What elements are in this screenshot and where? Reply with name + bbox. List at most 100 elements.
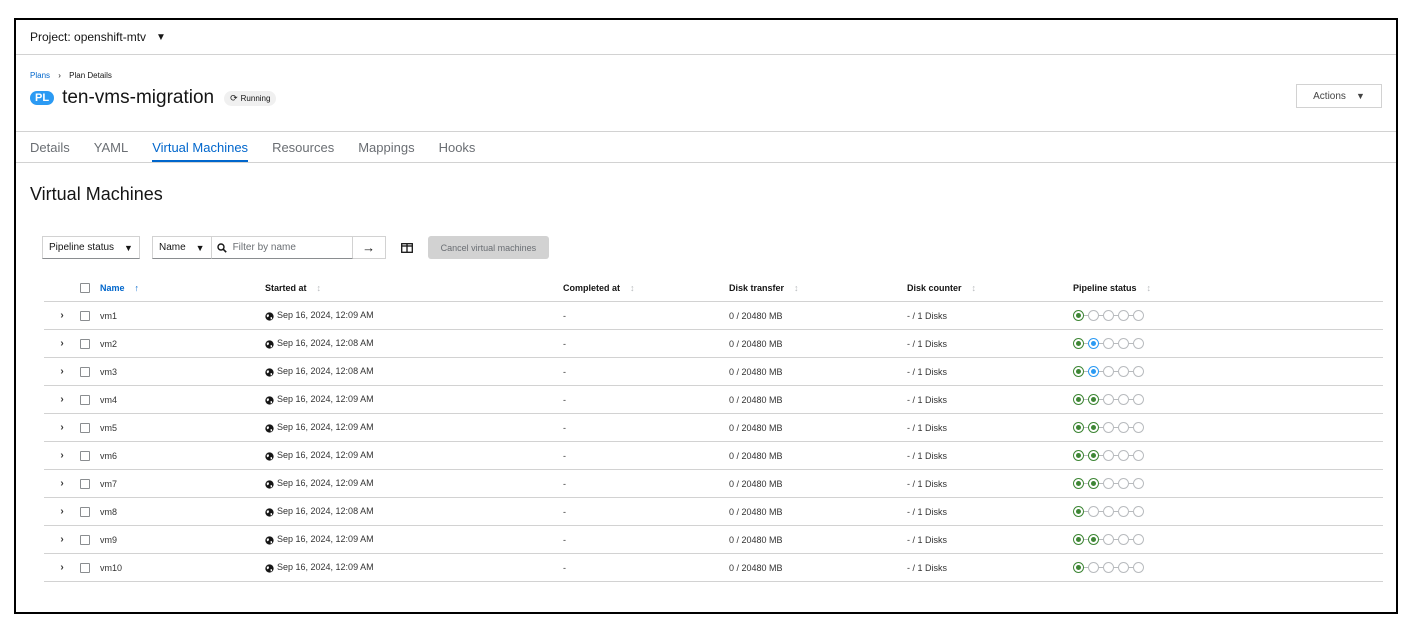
expand-row-toggle[interactable]: › bbox=[44, 357, 80, 386]
pipeline-status[interactable] bbox=[1073, 441, 1383, 470]
app-frame: Project: openshift-mtv ▼ Plans › Plan De… bbox=[14, 18, 1398, 614]
pipeline-status[interactable] bbox=[1073, 413, 1383, 442]
pipeline-status[interactable] bbox=[1073, 385, 1383, 414]
table-row[interactable]: › vm2 Sep 16, 2024, 12:08 AM -0 / 20480 MB -… bbox=[44, 329, 1383, 358]
expand-row-toggle[interactable]: › bbox=[44, 497, 80, 526]
page-header: Plans › Plan Details PL ten-vms-migratio… bbox=[16, 55, 1396, 132]
pipeline-status-filter[interactable]: Pipeline status ▼ bbox=[42, 236, 140, 259]
disk-transfer: 0 / 20480 MB bbox=[729, 525, 907, 554]
pipeline-step-pending-icon bbox=[1103, 422, 1114, 433]
pipeline-step-pending-icon bbox=[1133, 422, 1144, 433]
pipeline-step-pending-icon bbox=[1118, 534, 1129, 545]
tab-mappings[interactable]: Mappings bbox=[358, 140, 414, 162]
table-row[interactable]: › vm4 Sep 16, 2024, 12:09 AM -0 / 20480 MB -… bbox=[44, 385, 1383, 414]
expand-row-toggle[interactable]: › bbox=[44, 329, 80, 358]
pipeline-step-pending-icon bbox=[1118, 422, 1129, 433]
pipeline-status[interactable] bbox=[1073, 357, 1383, 386]
column-header-disk-transfer[interactable]: Disk transfer ↕ bbox=[729, 275, 907, 302]
tab-hooks[interactable]: Hooks bbox=[439, 140, 476, 162]
pipeline-step-done-icon bbox=[1073, 478, 1084, 489]
tab-yaml[interactable]: YAML bbox=[94, 140, 128, 162]
table-row[interactable]: › vm9 Sep 16, 2024, 12:09 AM -0 / 20480 MB -… bbox=[44, 525, 1383, 554]
pipeline-step-pending-icon bbox=[1133, 478, 1144, 489]
pipeline-progress bbox=[1073, 366, 1383, 377]
pipeline-progress bbox=[1073, 310, 1383, 321]
row-checkbox[interactable] bbox=[80, 422, 90, 433]
expand-row-toggle[interactable]: › bbox=[44, 385, 80, 414]
row-checkbox[interactable] bbox=[80, 478, 90, 489]
pipeline-step-pending-icon bbox=[1133, 394, 1144, 405]
row-checkbox[interactable] bbox=[80, 338, 90, 349]
pipeline-status[interactable] bbox=[1073, 329, 1383, 358]
row-checkbox[interactable] bbox=[80, 394, 90, 405]
search-submit-button[interactable]: → bbox=[352, 236, 386, 259]
tab-bar: Details YAML Virtual Machines Resources … bbox=[16, 132, 1396, 163]
pipeline-status[interactable] bbox=[1073, 497, 1383, 526]
expand-row-toggle[interactable]: › bbox=[44, 469, 80, 498]
column-header-disk-counter[interactable]: Disk counter ↕ bbox=[907, 275, 1073, 302]
chevron-right-icon: › bbox=[60, 338, 64, 349]
tab-virtual-machines[interactable]: Virtual Machines bbox=[152, 140, 249, 162]
pipeline-step-pending-icon bbox=[1103, 562, 1114, 573]
row-checkbox[interactable] bbox=[80, 450, 90, 461]
pipeline-progress bbox=[1073, 422, 1383, 433]
row-checkbox[interactable] bbox=[80, 506, 90, 517]
row-checkbox[interactable] bbox=[80, 562, 90, 573]
tab-details[interactable]: Details bbox=[30, 140, 70, 162]
table-row[interactable]: › vm10 Sep 16, 2024, 12:09 AM -0 / 20480 MB… bbox=[44, 553, 1383, 582]
completed-at: - bbox=[563, 357, 729, 386]
cancel-vms-button[interactable]: Cancel virtual machines bbox=[427, 236, 550, 259]
table-row[interactable]: › vm1 Sep 16, 2024, 12:09 AM -0 / 20480 MB -… bbox=[44, 301, 1383, 330]
pipeline-status[interactable] bbox=[1073, 301, 1383, 330]
tab-resources[interactable]: Resources bbox=[272, 140, 334, 162]
pipeline-step-pending-icon bbox=[1118, 310, 1129, 321]
sync-icon: ⟳ bbox=[230, 92, 238, 103]
pipeline-step-pending-icon bbox=[1103, 506, 1114, 517]
column-header-completed[interactable]: Completed at ↕ bbox=[563, 275, 729, 302]
column-header-pipeline[interactable]: Pipeline status ↕ bbox=[1073, 275, 1383, 302]
manage-columns-button[interactable] bbox=[392, 237, 422, 258]
attribute-filter-select[interactable]: Name ▼ bbox=[151, 236, 212, 259]
pipeline-step-pending-icon bbox=[1133, 506, 1144, 517]
column-header-started[interactable]: Started at ↕ bbox=[265, 275, 563, 302]
pipeline-status[interactable] bbox=[1073, 469, 1383, 498]
select-all-checkbox[interactable] bbox=[80, 283, 90, 294]
row-checkbox[interactable] bbox=[80, 366, 90, 377]
disk-transfer: 0 / 20480 MB bbox=[729, 357, 907, 386]
vm-name: vm7 bbox=[100, 469, 265, 498]
sort-icon: ↕ bbox=[630, 283, 635, 293]
pipeline-step-done-icon bbox=[1088, 450, 1099, 461]
disk-counter: - / 1 Disks bbox=[907, 301, 1073, 330]
started-at-cell: Sep 16, 2024, 12:08 AM bbox=[265, 497, 563, 526]
pipeline-step-done-icon bbox=[1073, 338, 1084, 349]
expand-row-toggle[interactable]: › bbox=[44, 413, 80, 442]
table-row[interactable]: › vm6 Sep 16, 2024, 12:09 AM -0 / 20480 MB -… bbox=[44, 441, 1383, 470]
actions-dropdown[interactable]: Actions ▼ bbox=[1296, 84, 1382, 108]
started-at: Sep 16, 2024, 12:09 AM bbox=[277, 562, 374, 573]
started-at: Sep 16, 2024, 12:09 AM bbox=[277, 422, 374, 433]
row-checkbox[interactable] bbox=[80, 310, 90, 321]
project-selector[interactable]: Project: openshift-mtv ▼ bbox=[16, 20, 1396, 55]
expand-row-toggle[interactable]: › bbox=[44, 553, 80, 582]
disk-counter: - / 1 Disks bbox=[907, 469, 1073, 498]
table-row[interactable]: › vm3 Sep 16, 2024, 12:08 AM -0 / 20480 MB -… bbox=[44, 357, 1383, 386]
expand-row-toggle[interactable]: › bbox=[44, 441, 80, 470]
sort-icon: ↕ bbox=[794, 283, 799, 293]
row-checkbox[interactable] bbox=[80, 534, 90, 545]
table-row[interactable]: › vm5 Sep 16, 2024, 12:09 AM -0 / 20480 MB -… bbox=[44, 413, 1383, 442]
pipeline-status[interactable] bbox=[1073, 553, 1383, 582]
pipeline-step-pending-icon bbox=[1133, 338, 1144, 349]
column-header-name[interactable]: Name ↑ bbox=[100, 275, 265, 302]
completed-at: - bbox=[563, 497, 729, 526]
table-row[interactable]: › vm7 Sep 16, 2024, 12:09 AM -0 / 20480 MB -… bbox=[44, 469, 1383, 498]
breadcrumb-plans-link[interactable]: Plans bbox=[30, 71, 50, 80]
started-at-cell: Sep 16, 2024, 12:09 AM bbox=[265, 301, 563, 330]
chevron-right-icon: › bbox=[60, 366, 64, 377]
expand-row-toggle[interactable]: › bbox=[44, 301, 80, 330]
table-row[interactable]: › vm8 Sep 16, 2024, 12:08 AM -0 / 20480 MB -… bbox=[44, 497, 1383, 526]
pipeline-step-done-icon bbox=[1073, 394, 1084, 405]
pipeline-step-pending-icon bbox=[1103, 366, 1114, 377]
pipeline-status[interactable] bbox=[1073, 525, 1383, 554]
search-input[interactable]: Filter by name bbox=[211, 236, 353, 259]
expand-row-toggle[interactable]: › bbox=[44, 525, 80, 554]
